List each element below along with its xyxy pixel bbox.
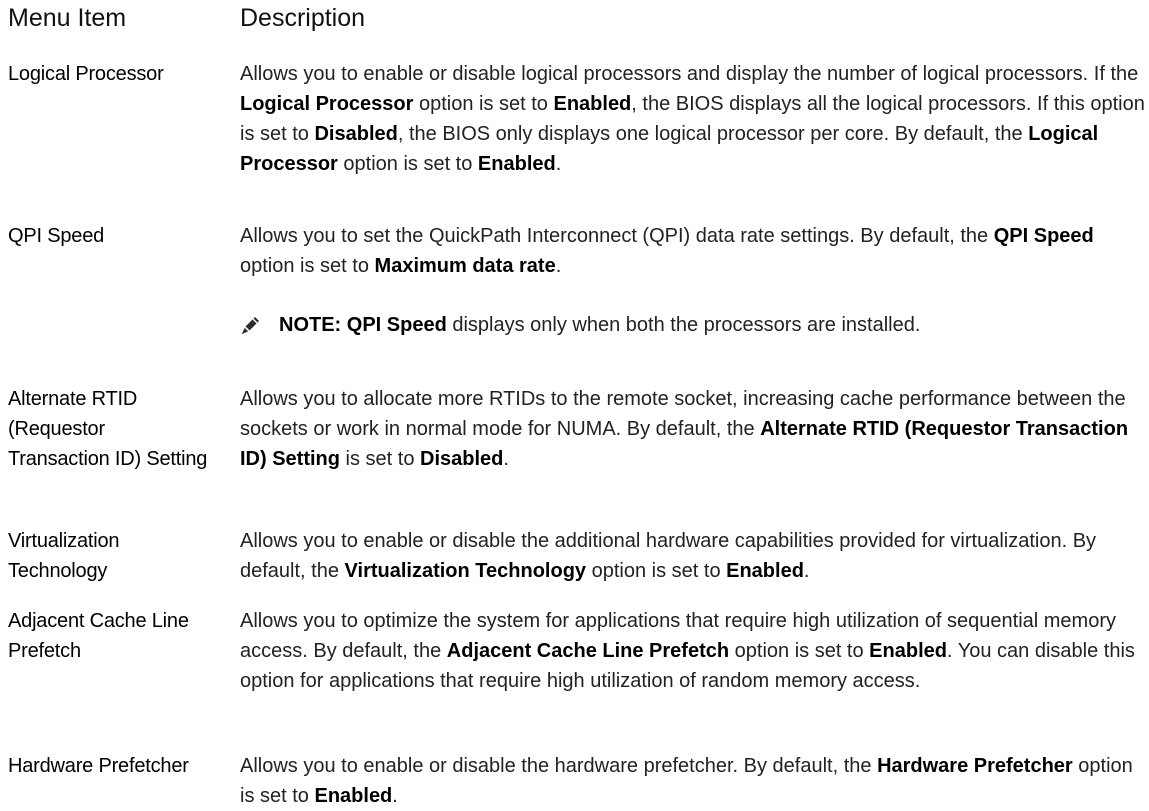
description-text: . xyxy=(555,153,562,175)
note-bold-term: QPI Speed xyxy=(346,314,447,336)
description-text: option is set to xyxy=(586,560,727,582)
description-virtualization-technology: Allows you to enable or disable the addi… xyxy=(240,526,1145,586)
description-text: option is set to xyxy=(413,93,554,115)
description-adjacent-cache-line-prefetch: Allows you to optimize the system for ap… xyxy=(240,606,1145,696)
menu-item-adjacent-cache-line-prefetch: Adjacent Cache Line Prefetch xyxy=(8,610,189,662)
bold-term: QPI Speed xyxy=(993,225,1094,247)
bold-term: Hardware Prefetcher xyxy=(877,755,1073,777)
description-text: Allows you to enable or disable logical … xyxy=(240,63,1139,85)
description-text: is set to xyxy=(340,448,421,470)
note-rest: displays only when both the processors a… xyxy=(446,314,921,336)
note-prefix: NOTE: xyxy=(279,314,347,336)
menu-item-header: Menu Item xyxy=(8,4,127,32)
menu-item-hardware-prefetcher: Hardware Prefetcher xyxy=(8,755,189,777)
note-text: NOTE: QPI Speed displays only when both … xyxy=(279,310,920,340)
bold-term: Maximum data rate xyxy=(374,255,556,277)
description-text: . xyxy=(503,448,509,470)
menu-item-logical-processor: Logical Processor xyxy=(8,63,164,85)
description-text: . xyxy=(392,785,398,807)
description-text: option is set to xyxy=(240,255,375,277)
bold-term: Enabled xyxy=(869,640,947,662)
bold-term: Virtualization Technology xyxy=(344,560,587,582)
description-text: option is set to xyxy=(729,640,870,662)
description-text: Allows you to enable or disable the hard… xyxy=(240,755,878,777)
description-text: Allows you to set the QuickPath Intercon… xyxy=(240,225,994,247)
bold-term: Enabled xyxy=(553,93,632,115)
description-hardware-prefetcher: Allows you to enable or disable the hard… xyxy=(240,751,1145,811)
menu-item-alternate-rtid: Alternate RTID (Requestor Transaction ID… xyxy=(8,388,208,470)
bold-term: Enabled xyxy=(477,153,556,175)
description-alternate-rtid: Allows you to allocate more RTIDs to the… xyxy=(240,384,1145,474)
note-qpi-speed: NOTE: QPI Speed displays only when both … xyxy=(240,310,1145,340)
bold-term: Enabled xyxy=(726,560,804,582)
bold-term: Logical Processor xyxy=(240,93,414,115)
bold-term: Adjacent Cache Line Prefetch xyxy=(446,640,730,662)
description-text: , the BIOS only displays one logical pro… xyxy=(397,123,1029,145)
description-text: option is set to xyxy=(337,153,478,175)
description-header: Description xyxy=(240,4,366,32)
menu-item-virtualization-technology: Virtualization Technology xyxy=(8,530,120,582)
pencil-note-icon xyxy=(242,317,259,334)
description-qpi-speed: Allows you to set the QuickPath Intercon… xyxy=(240,221,1145,281)
description-text: . xyxy=(803,560,810,582)
description-logical-processor: Allows you to enable or disable logical … xyxy=(240,59,1145,179)
description-text: . xyxy=(555,255,562,277)
bold-term: Enabled xyxy=(314,785,393,807)
bold-term: Disabled xyxy=(314,123,398,145)
menu-item-qpi-speed: QPI Speed xyxy=(8,225,105,247)
bold-term: Disabled xyxy=(420,448,504,470)
